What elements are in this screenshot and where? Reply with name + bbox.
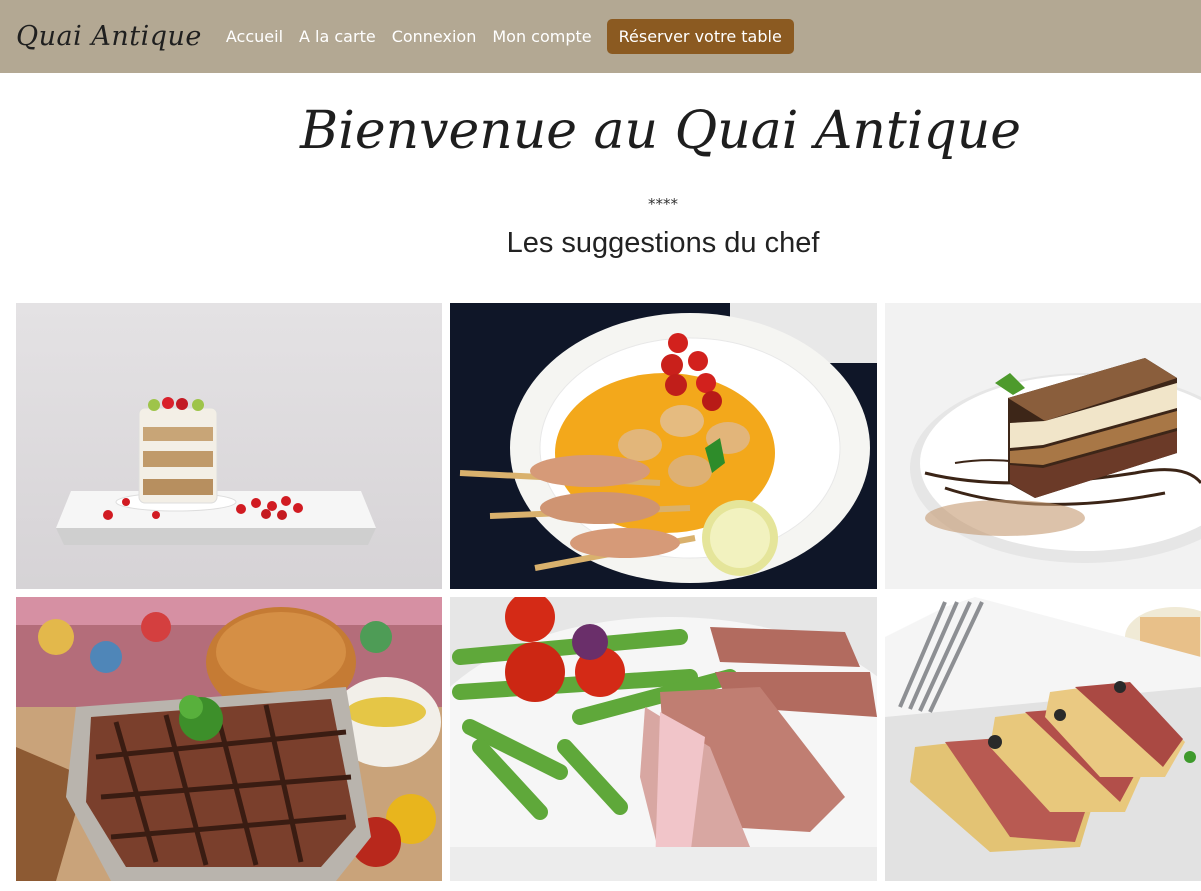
dish-image-foie-gras[interactable] xyxy=(885,597,1201,881)
section-title: Les suggestions du chef xyxy=(506,227,820,259)
reserve-table-button[interactable]: Réserver votre table xyxy=(606,19,794,54)
navbar: Quai Antique Accueil A la carte Connexio… xyxy=(0,0,1201,73)
brand-logo[interactable]: Quai Antique xyxy=(16,21,202,52)
nav-links: Accueil A la carte Connexion Mon compte … xyxy=(218,19,794,54)
dish-image-roast[interactable] xyxy=(16,597,442,881)
nav-link-mon-compte[interactable]: Mon compte xyxy=(492,27,591,46)
page-title: Bienvenue au Quai Antique xyxy=(300,101,1021,161)
stars-separator: **** xyxy=(648,195,678,213)
nav-link-a-la-carte[interactable]: A la carte xyxy=(299,27,376,46)
dish-image-steak[interactable] xyxy=(450,597,877,881)
chef-suggestions-gallery xyxy=(16,303,1201,881)
dish-image-scallops[interactable] xyxy=(450,303,877,589)
nav-link-connexion[interactable]: Connexion xyxy=(392,27,477,46)
nav-link-accueil[interactable]: Accueil xyxy=(226,27,283,46)
dish-image-cake[interactable] xyxy=(885,303,1201,589)
dish-image-parfait[interactable] xyxy=(16,303,442,589)
